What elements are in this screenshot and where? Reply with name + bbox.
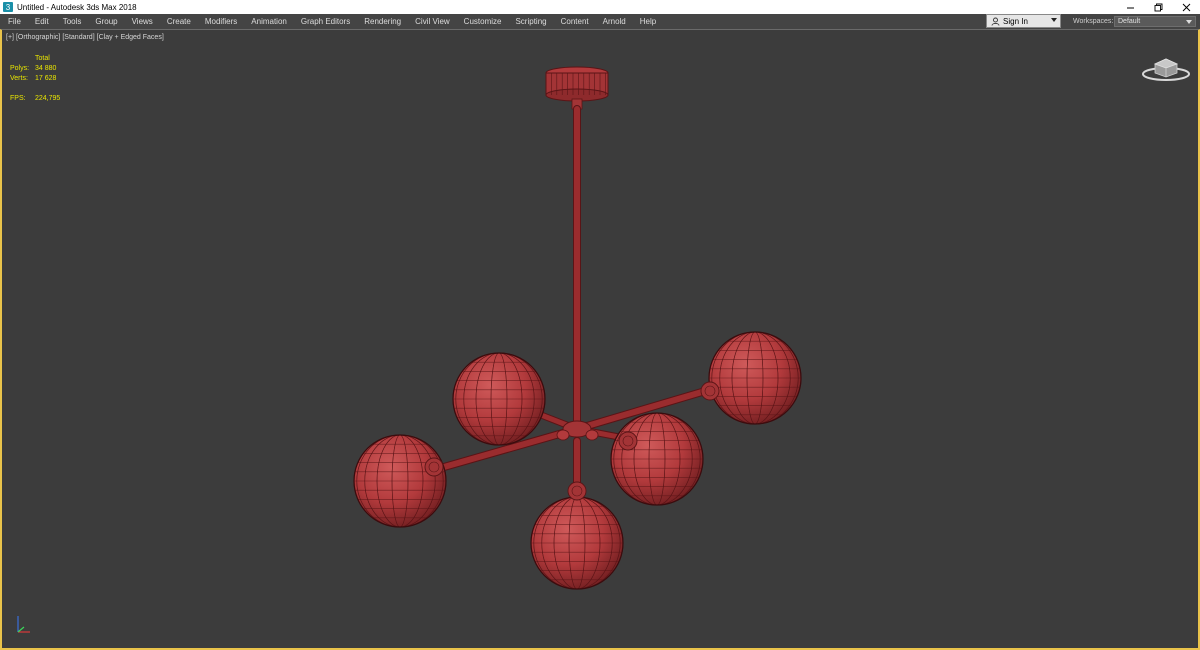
axis-tripod-icon: [17, 616, 30, 633]
menu-help[interactable]: Help: [633, 14, 663, 29]
minimize-icon[interactable]: [1116, 0, 1144, 14]
menu-animation[interactable]: Animation: [244, 14, 294, 29]
menu-rendering[interactable]: Rendering: [357, 14, 408, 29]
title-bar: 3 Untitled - Autodesk 3ds Max 2018: [0, 0, 1200, 14]
socket-bottom: [567, 481, 587, 501]
user-icon: [991, 17, 1000, 26]
viewport-view-label[interactable]: [Orthographic]: [16, 34, 60, 41]
polys-label: Polys:: [10, 65, 30, 72]
menu-file[interactable]: File: [0, 14, 28, 29]
menu-edit[interactable]: Edit: [28, 14, 56, 29]
perspective-viewport[interactable]: [+] [Orthographic] [Standard] [Clay + Edged…: [0, 29, 1200, 650]
verts-label: Verts:: [10, 75, 28, 82]
menu-tools[interactable]: Tools: [56, 14, 89, 29]
menu-civil-view[interactable]: Civil View: [408, 14, 457, 29]
hub-joint: [585, 429, 599, 441]
menu-content[interactable]: Content: [554, 14, 596, 29]
viewport-label[interactable]: [+] [Orthographic] [Standard] [Clay + Edged…: [6, 34, 166, 41]
statistics-overlay: Total Polys: 34 880 Verts: 17 628 FPS: 224,…: [10, 54, 60, 104]
stats-header: Total: [35, 55, 50, 62]
chandelier-model: [353, 66, 802, 590]
viewcube-icon[interactable]: [1140, 50, 1192, 84]
menu-customize[interactable]: Customize: [457, 14, 509, 29]
globe-front-right: [610, 412, 704, 506]
socket-left: [424, 457, 444, 477]
menu-group[interactable]: Group: [88, 14, 124, 29]
window-title: Untitled - Autodesk 3ds Max 2018: [17, 2, 137, 12]
hub-joint: [556, 429, 570, 441]
menu-modifiers[interactable]: Modifiers: [198, 14, 244, 29]
verts-value: 17 628: [35, 75, 57, 82]
menu-create[interactable]: Create: [160, 14, 198, 29]
workspaces-label: Workspaces:: [1073, 18, 1114, 25]
socket-right: [700, 381, 720, 401]
menu-views[interactable]: Views: [125, 14, 160, 29]
viewport-menu-plus[interactable]: [+]: [6, 34, 14, 41]
globe-left: [353, 434, 447, 528]
restore-icon[interactable]: [1144, 0, 1172, 14]
globe-bottom: [530, 496, 624, 590]
menu-arnold[interactable]: Arnold: [596, 14, 633, 29]
viewport-mode-label[interactable]: [Clay + Edged Faces]: [97, 34, 164, 41]
polys-value: 34 880: [35, 65, 57, 72]
svg-text:3: 3: [6, 3, 11, 12]
globe-right: [708, 331, 802, 425]
3ds-max-icon: 3: [3, 2, 13, 12]
sign-in-dropdown[interactable]: Sign In: [986, 14, 1061, 28]
menu-scripting[interactable]: Scripting: [508, 14, 553, 29]
globe-back-left: [452, 352, 546, 446]
viewport-shading-label[interactable]: [Standard]: [62, 34, 94, 41]
workspaces-value: Default: [1118, 18, 1141, 25]
fps-value: 224,795: [35, 95, 61, 102]
sign-in-label: Sign In: [1003, 16, 1028, 26]
workspaces-select[interactable]: Default: [1114, 16, 1196, 27]
socket-front-right: [618, 431, 638, 451]
menu-graph-editors[interactable]: Graph Editors: [294, 14, 357, 29]
fps-label: FPS:: [10, 95, 26, 102]
close-icon[interactable]: [1172, 0, 1200, 14]
chevron-down-icon: [1186, 20, 1192, 24]
chevron-down-icon: [1051, 18, 1057, 22]
